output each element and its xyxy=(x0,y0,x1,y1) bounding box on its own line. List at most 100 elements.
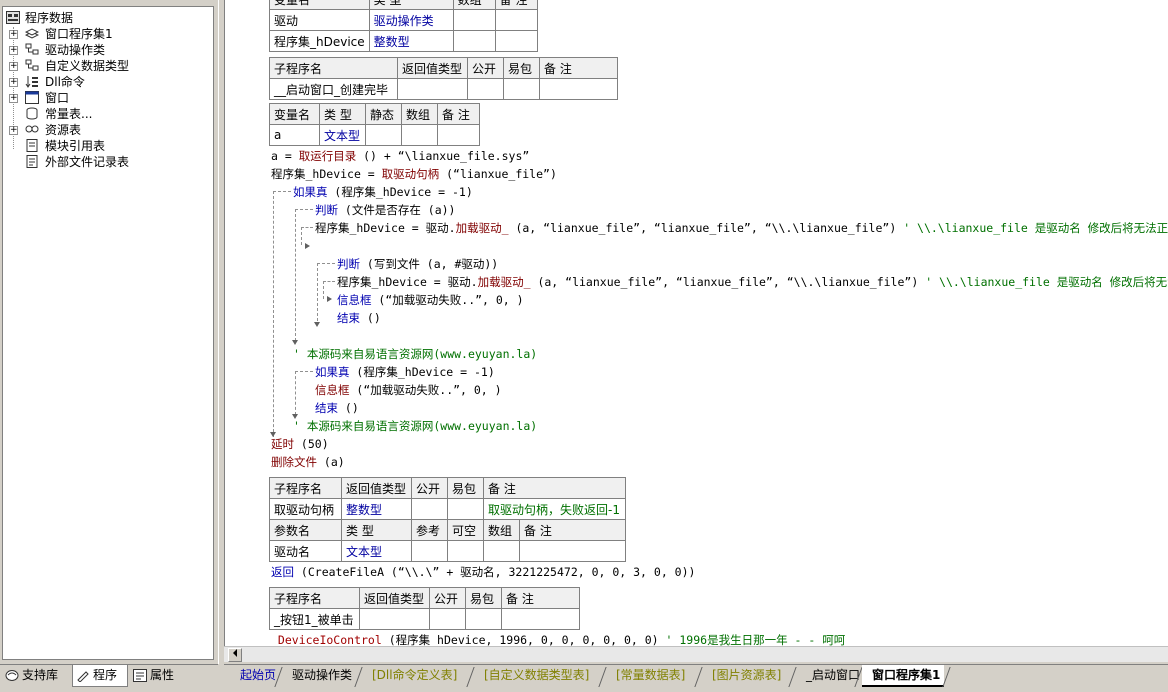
table-row[interactable]: 取驱动句柄 整数型 取驱动句柄，失败返回-1 xyxy=(269,498,626,520)
class-icon xyxy=(25,59,39,71)
tab-custom-types[interactable]: [自定义数据类型表] xyxy=(474,665,593,687)
table-cell[interactable] xyxy=(465,608,502,630)
code-line[interactable]: _DeviceIoControl (程序集_hDevice, 1996, 0, … xyxy=(271,631,845,646)
scroll-left-button[interactable] xyxy=(228,648,242,662)
code-line[interactable]: a = 取运行目录 () + “\lianxue_file.sys” xyxy=(271,147,529,165)
tab-driver-class[interactable]: 驱动操作类 xyxy=(282,665,356,687)
code-line[interactable]: 结束 () xyxy=(337,309,381,327)
code-line[interactable]: 信息框 (“加载驱动失败..”, 0, ) xyxy=(337,291,524,309)
column-header: 易包 xyxy=(465,587,502,609)
code-line[interactable]: 判断 (文件是否存在 (a)) xyxy=(315,201,455,219)
column-header: 返回值类型 xyxy=(397,57,468,79)
table-cell[interactable] xyxy=(447,498,484,520)
code-keyword: 信息框 xyxy=(315,383,350,397)
tree-item-constants[interactable]: 常量表... xyxy=(3,106,203,122)
tree-item-module-refs[interactable]: 模块引用表 xyxy=(3,138,203,154)
table-cell[interactable]: 驱动操作类 xyxy=(368,9,454,31)
table-cell[interactable] xyxy=(452,30,496,52)
table-cell[interactable] xyxy=(365,124,402,146)
tree-item-window[interactable]: + 窗口 xyxy=(3,90,203,106)
code-line[interactable]: 返回 (CreateFileA (“\\.\” + 驱动名, 322122547… xyxy=(271,563,695,581)
table-cell[interactable] xyxy=(437,124,480,146)
code-line[interactable]: 如果真 (程序集_hDevice = -1) xyxy=(293,183,473,201)
expand-icon[interactable]: + xyxy=(9,126,18,135)
expand-icon[interactable]: + xyxy=(9,94,18,103)
tree-item-driver-class[interactable]: + 驱动操作类 xyxy=(3,42,203,58)
column-header: 子程序名 xyxy=(269,477,342,499)
code-keyword: 判断 xyxy=(337,257,360,271)
table-row[interactable]: _按钮1_被单击 xyxy=(269,608,580,630)
expand-icon[interactable]: + xyxy=(9,46,18,55)
code-line[interactable]: 判断 (写到文件 (a, #驱动)) xyxy=(337,255,498,273)
table-cell[interactable]: 整数型 xyxy=(341,498,412,520)
code-line[interactable]: 删除文件 (a) xyxy=(271,453,345,471)
table-cell[interactable]: 文本型 xyxy=(341,540,412,562)
table-cell[interactable] xyxy=(494,30,538,52)
code-editor[interactable]: 变量名 类 型 数组 备 注 驱动 驱动操作类 程序集_hDevice 整数型 … xyxy=(224,0,1168,646)
expand-icon[interactable]: + xyxy=(9,30,18,39)
table-row[interactable]: __启动窗口_创建完毕 xyxy=(269,78,618,100)
table-cell[interactable] xyxy=(519,540,626,562)
table-cell[interactable]: 整数型 xyxy=(368,30,454,52)
column-header: 公开 xyxy=(411,477,448,499)
tab-program[interactable]: 程序 xyxy=(72,665,128,687)
tree-item-custom-types[interactable]: + 自定义数据类型 xyxy=(3,58,203,74)
code-text: (程序集_hDevice, 1996, 0, 0, 0, 0, 0, 0) xyxy=(381,633,666,646)
tab-constants[interactable]: [常量数据表] xyxy=(606,665,689,687)
table-row[interactable]: 驱动名 文本型 xyxy=(269,540,626,562)
code-line[interactable]: ' 本源码来自易语言资源网(www.eyuyan.la) xyxy=(293,345,537,363)
code-line[interactable]: 如果真 (程序集_hDevice = -1) xyxy=(315,363,495,381)
table-cell[interactable] xyxy=(503,78,540,100)
table-cell[interactable] xyxy=(359,608,430,630)
table-cell[interactable]: __启动窗口_创建完毕 xyxy=(269,78,398,100)
horizontal-scrollbar[interactable] xyxy=(224,646,1168,662)
table-cell[interactable]: _按钮1_被单击 xyxy=(269,608,360,630)
tab-startup-window[interactable]: _启动窗口 xyxy=(796,665,864,687)
table-cell[interactable] xyxy=(452,9,496,31)
table-cell[interactable] xyxy=(411,540,448,562)
code-line[interactable]: 信息框 (“加载驱动失败..”, 0, ) xyxy=(315,381,502,399)
code-line[interactable]: 程序集_hDevice = 驱动.加载驱动_ (a, “lianxue_file… xyxy=(315,219,1168,237)
tree-item-dll-commands[interactable]: + Dll命令 xyxy=(3,74,203,90)
table-row[interactable]: 程序集_hDevice 整数型 xyxy=(269,30,538,52)
code-line[interactable]: 程序集_hDevice = 取驱动句柄 (“lianxue_file”) xyxy=(271,165,557,183)
expand-icon[interactable]: + xyxy=(9,62,18,71)
tab-image-resources[interactable]: [图片资源表] xyxy=(702,665,785,687)
code-line[interactable]: 延时 (50) xyxy=(271,435,329,453)
table-cell[interactable]: 文本型 xyxy=(319,124,366,146)
code-line[interactable]: 程序集_hDevice = 驱动.加载驱动_ (a, “lianxue_file… xyxy=(337,273,1168,291)
project-tree[interactable]: 程序数据 + 窗口程序集1 + 驱动操作类 + 自定义数据类型 + Dll命令 … xyxy=(2,6,214,660)
tab-window-module-1[interactable]: 窗口程序集1 xyxy=(862,665,945,687)
table-cell[interactable]: 取驱动句柄，失败返回-1 xyxy=(483,498,626,520)
table-cell[interactable]: 驱动名 xyxy=(269,540,342,562)
tree-item-resources[interactable]: + 资源表 xyxy=(3,122,203,138)
table-cell[interactable] xyxy=(501,608,580,630)
tab-properties[interactable]: 属性 xyxy=(130,665,186,687)
table-cell[interactable] xyxy=(467,78,504,100)
tab-start-page[interactable]: 起始页 xyxy=(230,665,280,687)
program-data-icon xyxy=(6,11,20,24)
table-cell[interactable] xyxy=(401,124,438,146)
code-line[interactable]: 结束 () xyxy=(315,399,359,417)
table-cell[interactable]: 程序集_hDevice xyxy=(269,30,370,52)
table-cell[interactable] xyxy=(447,540,484,562)
table-row[interactable]: 驱动 驱动操作类 xyxy=(269,9,538,31)
expand-icon[interactable]: + xyxy=(9,78,18,87)
tab-dll-commands[interactable]: [Dll命令定义表] xyxy=(362,665,461,687)
tree-item-window-module[interactable]: + 窗口程序集1 xyxy=(3,26,203,42)
table-row[interactable]: a 文本型 xyxy=(269,124,480,146)
table-cell[interactable] xyxy=(411,498,448,520)
table-cell[interactable] xyxy=(429,608,466,630)
table-cell[interactable] xyxy=(397,78,468,100)
table-cell[interactable] xyxy=(539,78,618,100)
table-cell[interactable]: a xyxy=(269,124,320,146)
table-cell[interactable] xyxy=(494,9,538,31)
code-text: (程序集_hDevice = -1) xyxy=(327,185,473,199)
table-cell[interactable]: 驱动 xyxy=(269,9,370,31)
tree-item-external-files[interactable]: 外部文件记录表 xyxy=(3,154,203,170)
table-cell[interactable] xyxy=(483,540,520,562)
tab-support-library[interactable]: 支持库 xyxy=(2,665,70,687)
table-cell[interactable]: 取驱动句柄 xyxy=(269,498,342,520)
tree-root[interactable]: 程序数据 xyxy=(3,10,203,26)
code-line[interactable]: ' 本源码来自易语言资源网(www.eyuyan.la) xyxy=(293,417,537,435)
